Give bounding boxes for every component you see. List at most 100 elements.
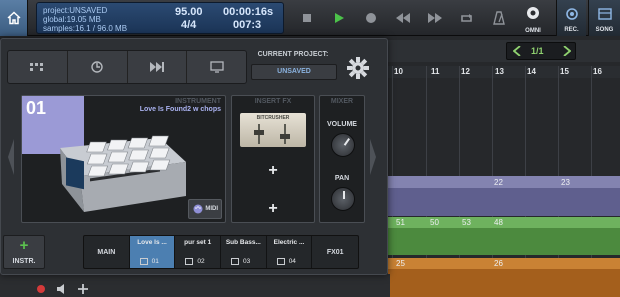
clip-number: 53	[462, 218, 471, 227]
drum-pad-tab-icon	[139, 258, 148, 265]
keyboard-tab-icon	[231, 258, 240, 265]
tab-label: MAIN	[97, 248, 116, 256]
samples-memory: samples:16.1 / 96.0 MB	[43, 24, 128, 33]
tab-number: 03	[243, 258, 251, 265]
record-icon	[366, 13, 376, 23]
volume-label: VOLUME	[327, 121, 357, 128]
tab-instrument-03[interactable]: Sub Bass... 03	[221, 236, 267, 268]
clip-number: 25	[396, 259, 405, 268]
tab-label: Electric ...	[273, 239, 305, 246]
fx-sliders-icon	[254, 124, 290, 144]
fx-slot-1[interactable]: BITCRUSHER	[240, 113, 306, 147]
knob-indicator	[343, 138, 350, 146]
loop-icon	[461, 14, 472, 22]
tab-label: Love Is ...	[137, 239, 167, 246]
fx-name: BITCRUSHER	[256, 115, 290, 121]
clip-number: 48	[494, 218, 503, 227]
metronome-button[interactable]	[483, 3, 515, 33]
speaker-icon[interactable]	[56, 284, 68, 294]
tab-instrument-02[interactable]: pur set 1 02	[175, 236, 222, 268]
tab-label: FX01	[326, 248, 344, 256]
transport-controls	[291, 3, 551, 33]
bar-number: 13	[495, 67, 504, 76]
play-button[interactable]	[323, 3, 355, 33]
bar-number: 14	[527, 67, 536, 76]
current-project-name[interactable]: UNSAVED	[251, 64, 337, 80]
bar-number: 11	[431, 67, 440, 76]
midi-label: MIDI	[205, 206, 218, 212]
clip-header	[388, 217, 620, 228]
midi-button[interactable]: MIDI	[188, 199, 222, 219]
fast-forward-button[interactable]	[419, 3, 451, 33]
home-button[interactable]	[0, 0, 28, 36]
page-next-icon[interactable]	[563, 46, 571, 56]
omni-label: OMNI	[525, 28, 541, 34]
global-memory: global:19.05 MB	[43, 15, 101, 24]
status-lcd: project:UNSAVED global:19.05 MB samples:…	[36, 2, 284, 34]
gear-icon[interactable]	[347, 57, 369, 79]
tab-display[interactable]	[187, 51, 246, 83]
add-fx-slot-2[interactable]: +	[232, 162, 314, 180]
clip-number: 50	[430, 218, 439, 227]
rec-settings-button[interactable]: REC.	[556, 0, 586, 36]
loop-button[interactable]	[451, 3, 483, 33]
page-indicator[interactable]: 1/1	[506, 42, 576, 60]
rewind-icon	[396, 13, 410, 23]
add-icon[interactable]	[78, 284, 88, 294]
current-project-label: CURRENT PROJECT:	[257, 51, 329, 58]
instrument-name: Love Is Found2 w chops	[139, 106, 221, 113]
arrangement-toolbar	[388, 40, 620, 62]
record-arm-icon[interactable]	[36, 284, 46, 294]
position-display: 007:3	[233, 19, 262, 31]
pan-label: PAN	[334, 175, 350, 182]
sequencer-icon	[30, 63, 44, 71]
knob-indicator	[343, 191, 345, 199]
mixer-label: MIXER	[330, 98, 354, 105]
keyboard-tab-icon	[276, 258, 285, 265]
clip-number: 23	[561, 178, 570, 187]
instrument-slot[interactable]: INSTRUMENT 01 Love Is Found2 w chops MID…	[21, 95, 226, 223]
tab-instrument-01[interactable]: Love Is ... 01	[129, 236, 176, 268]
page-prev-icon[interactable]	[513, 46, 521, 56]
add-instrument-button[interactable]: + INSTR.	[3, 235, 45, 269]
instrument-tab-bar: MAIN Love Is ... 01 pur set 1 02 Sub Bas…	[83, 235, 359, 269]
panel-tab-bar	[7, 50, 247, 84]
monitor-icon	[209, 61, 224, 73]
add-instrument-label: INSTR.	[12, 258, 36, 265]
pan-knob[interactable]	[331, 187, 355, 211]
prev-instrument-icon[interactable]	[7, 139, 15, 175]
volume-knob[interactable]	[331, 133, 355, 157]
midi-icon	[193, 204, 203, 214]
time-display: 00:00:16s	[223, 6, 274, 18]
project-status: project:UNSAVED	[43, 6, 108, 15]
tab-number: 04	[288, 258, 296, 265]
tab-automation[interactable]	[128, 51, 188, 83]
tempo-display[interactable]: 95.00	[175, 6, 203, 18]
mixer-section: MIXER VOLUME PAN	[319, 95, 365, 223]
instrument-section-label: INSTRUMENT	[175, 98, 221, 105]
next-instrument-icon[interactable]	[369, 139, 377, 175]
tab-number: 02	[197, 258, 205, 265]
record-button[interactable]	[355, 3, 387, 33]
tab-label: pur set 1	[184, 239, 212, 246]
top-toolbar: project:UNSAVED global:19.05 MB samples:…	[0, 0, 620, 36]
omni-button[interactable]: OMNI	[516, 4, 550, 34]
stop-button[interactable]	[291, 3, 323, 33]
tab-instrument-04[interactable]: Electric ... 04	[267, 236, 313, 268]
timeline-ruler[interactable]: 10 11 12 13 14 15 16	[388, 66, 620, 78]
rewind-button[interactable]	[387, 3, 419, 33]
tab-metronome[interactable]	[68, 51, 128, 83]
tab-main[interactable]: MAIN	[84, 236, 130, 268]
add-fx-slot-3[interactable]: +	[232, 200, 314, 218]
rec-label: REC.	[564, 27, 579, 33]
bar-number: 10	[394, 67, 403, 76]
tab-sequencer[interactable]	[8, 51, 68, 83]
stop-icon	[303, 14, 311, 22]
home-icon	[6, 11, 21, 25]
song-button[interactable]: SONG	[588, 0, 620, 36]
plus-icon: +	[19, 237, 29, 254]
instrument-panel: CURRENT PROJECT: UNSAVED INSTRUMENT 01 L…	[0, 38, 388, 275]
tab-fx01[interactable]: FX01	[312, 236, 358, 268]
drum-pad-tab-icon	[185, 258, 194, 265]
time-signature[interactable]: 4/4	[181, 19, 196, 31]
